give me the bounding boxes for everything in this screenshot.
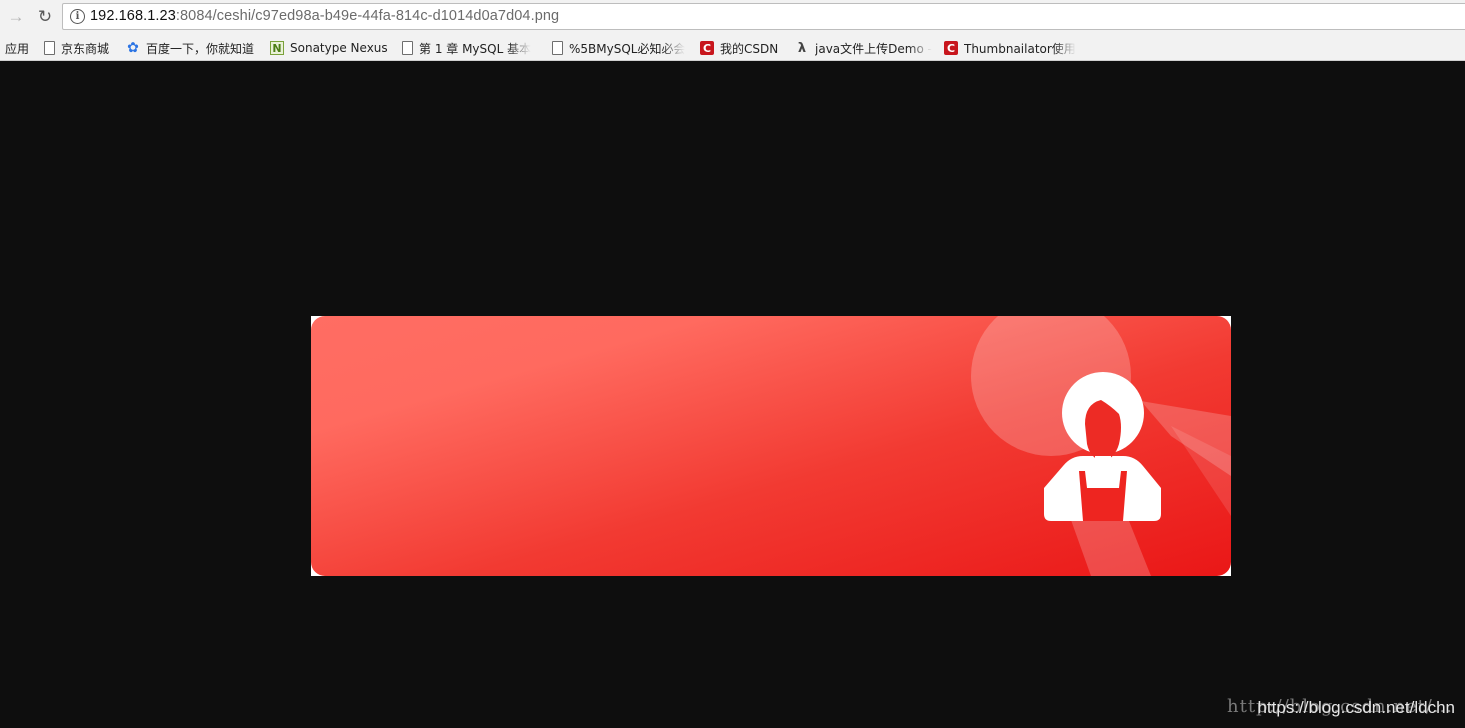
bookmark-label: Thumbnailator使用 bbox=[964, 41, 1076, 56]
bookmark-label: 京东商城 bbox=[61, 41, 110, 56]
nexus-icon: N bbox=[270, 41, 284, 55]
bookmark-label: 第 1 章 MySQL 基本 bbox=[419, 41, 532, 56]
bookmarks-bar: 应用 京东商城 ✿ 百度一下，你就知道 N Sonatype Nexus 第 1… bbox=[0, 35, 1465, 61]
bookmark-label: 我的CSDN bbox=[720, 41, 779, 56]
bookmark-label: Sonatype Nexus bbox=[290, 41, 388, 55]
browser-toolbar: → ↻ i 192.168.1.23:8084/ceshi/c97ed98a-b… bbox=[0, 0, 1465, 35]
watermark-text: https://blog.csdn.net/ldchn bbox=[1257, 698, 1455, 717]
baidu-paw-icon: ✿ bbox=[127, 40, 139, 56]
url-path: :8084/ceshi/c97ed98a-b49e-44fa-814c-d101… bbox=[175, 8, 560, 24]
url-text[interactable]: 192.168.1.23:8084/ceshi/c97ed98a-b49e-44… bbox=[90, 8, 559, 24]
bookmark-label: %5BMySQL必知必会 bbox=[569, 41, 686, 56]
image-viewer-area bbox=[0, 61, 1465, 728]
bookmark-java-upload[interactable]: λ java文件上传Demo - bbox=[795, 39, 932, 57]
user-avatar-icon bbox=[971, 316, 1231, 576]
page-icon bbox=[44, 41, 55, 55]
csdn-icon: C bbox=[944, 41, 958, 55]
bookmark-mysql-chapter[interactable]: 第 1 章 MySQL 基本 bbox=[402, 39, 531, 57]
bookmark-nexus[interactable]: N Sonatype Nexus bbox=[270, 39, 388, 57]
bookmark-baidu[interactable]: ✿ 百度一下，你就知道 bbox=[126, 39, 254, 57]
csdn-icon: C bbox=[700, 41, 714, 55]
reload-icon[interactable]: ↻ bbox=[33, 5, 57, 29]
bookmark-label: 应用 bbox=[5, 41, 30, 56]
site-logo-icon: λ bbox=[797, 40, 807, 56]
page-icon bbox=[402, 41, 413, 55]
bookmark-label: 百度一下，你就知道 bbox=[146, 41, 255, 56]
forward-arrow-icon[interactable]: → bbox=[4, 5, 28, 29]
red-banner bbox=[311, 316, 1231, 576]
page-icon bbox=[552, 41, 563, 55]
bookmark-mysql-book[interactable]: %5BMySQL必知必会 bbox=[552, 39, 685, 57]
info-icon[interactable]: i bbox=[70, 9, 85, 24]
address-bar[interactable]: i 192.168.1.23:8084/ceshi/c97ed98a-b49e-… bbox=[62, 3, 1465, 30]
bookmark-apps[interactable]: 应用 bbox=[5, 39, 29, 57]
bookmark-jd[interactable]: 京东商城 bbox=[44, 39, 109, 57]
bookmark-thumbnailator[interactable]: C Thumbnailator使用 bbox=[944, 39, 1076, 57]
bookmark-label: java文件上传Demo - bbox=[815, 41, 932, 56]
bookmark-my-csdn[interactable]: C 我的CSDN bbox=[700, 39, 778, 57]
displayed-image[interactable] bbox=[311, 316, 1231, 576]
csdn-watermark: http://blog.csdn.net/... https://blog.cs… bbox=[1227, 696, 1455, 718]
url-host: 192.168.1.23 bbox=[90, 8, 176, 24]
